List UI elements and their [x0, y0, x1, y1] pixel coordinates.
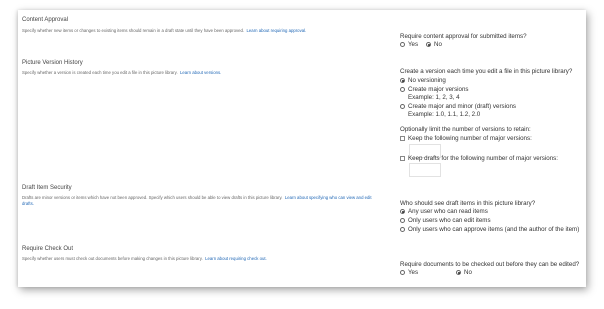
- no-versioning-radio[interactable]: [400, 78, 405, 83]
- content-approval-question: Require content approval for submitted i…: [400, 33, 527, 40]
- major-versions-radio[interactable]: [400, 87, 405, 92]
- approval-yes-radio[interactable]: [400, 42, 405, 47]
- draft-approve-radio[interactable]: [400, 227, 405, 232]
- keep-drafts-option[interactable]: Keep drafts for the following number of …: [400, 155, 558, 162]
- keep-drafts-checkbox[interactable]: [400, 156, 405, 161]
- content-approval-description: Specify whether new items or changes to …: [22, 28, 372, 34]
- draft-read-option[interactable]: Any user who can read items: [400, 208, 488, 215]
- draft-read-label: Any user who can read items: [408, 208, 488, 215]
- keep-drafts-count-input[interactable]: [409, 163, 441, 177]
- version-history-question: Create a version each time you edit a fi…: [400, 68, 573, 75]
- version-history-description: Specify whether a version is created eac…: [22, 70, 372, 76]
- no-versioning-option[interactable]: No versioning: [400, 77, 446, 84]
- draft-edit-radio[interactable]: [400, 218, 405, 223]
- keep-major-label: Keep the following number of major versi…: [408, 135, 532, 142]
- minor-versions-option[interactable]: Create major and minor (draft) versions: [400, 103, 516, 110]
- draft-security-description-text: Drafts are minor versions or items which…: [22, 195, 283, 200]
- draft-approve-label: Only users who can approve items (and th…: [408, 226, 580, 233]
- check-out-description: Specify whether users must check out doc…: [22, 256, 372, 262]
- checkout-no-option[interactable]: No: [456, 269, 472, 276]
- approval-no-radio[interactable]: [426, 42, 431, 47]
- settings-panel: Content Approval Specify whether new ite…: [18, 10, 586, 287]
- learn-approval-link[interactable]: Learn about requiring approval.: [247, 28, 307, 33]
- keep-major-option[interactable]: Keep the following number of major versi…: [400, 135, 532, 142]
- checkout-no-label: No: [464, 269, 472, 276]
- draft-security-description: Drafts are minor versions or items which…: [22, 195, 372, 207]
- checkout-no-radio[interactable]: [456, 270, 461, 275]
- minor-versions-label: Create major and minor (draft) versions: [408, 103, 516, 110]
- approval-yes-label: Yes: [408, 41, 419, 48]
- learn-versions-link[interactable]: Learn about versions.: [180, 70, 221, 75]
- checkout-yes-label: Yes: [408, 269, 419, 276]
- checkout-yes-radio[interactable]: [400, 270, 405, 275]
- check-out-question: Require documents to be checked out befo…: [400, 261, 580, 268]
- minor-versions-example: Example: 1.0, 1.1, 1.2, 2.0: [408, 111, 481, 118]
- approval-no-label: No: [434, 41, 442, 48]
- checkout-yes-option[interactable]: Yes: [400, 269, 418, 276]
- major-versions-option[interactable]: Create major versions: [400, 86, 469, 93]
- draft-edit-label: Only users who can edit items: [408, 217, 491, 224]
- learn-checkout-link[interactable]: Learn about requiring check out.: [205, 256, 267, 261]
- approval-yes-option[interactable]: Yes: [400, 41, 418, 48]
- content-approval-title: Content Approval: [22, 17, 69, 23]
- draft-security-title: Draft Item Security: [22, 185, 72, 191]
- minor-versions-radio[interactable]: [400, 104, 405, 109]
- check-out-title: Require Check Out: [22, 246, 74, 252]
- approval-no-option[interactable]: No: [426, 41, 442, 48]
- no-versioning-label: No versioning: [408, 77, 446, 84]
- draft-approve-option[interactable]: Only users who can approve items (and th…: [400, 226, 579, 233]
- version-history-title: Picture Version History: [22, 60, 83, 66]
- draft-read-radio[interactable]: [400, 209, 405, 214]
- version-history-description-text: Specify whether a version is created eac…: [22, 70, 178, 75]
- keep-major-checkbox[interactable]: [400, 136, 405, 141]
- check-out-description-text: Specify whether users must check out doc…: [22, 256, 203, 261]
- major-versions-example: Example: 1, 2, 3, 4: [408, 94, 460, 101]
- content-approval-description-text: Specify whether new items or changes to …: [22, 28, 245, 33]
- draft-security-question: Who should see draft items in this pictu…: [400, 200, 536, 207]
- keep-drafts-label: Keep drafts for the following number of …: [408, 155, 558, 162]
- version-limit-label: Optionally limit the number of versions …: [400, 126, 531, 133]
- draft-edit-option[interactable]: Only users who can edit items: [400, 217, 491, 224]
- major-versions-label: Create major versions: [408, 86, 469, 93]
